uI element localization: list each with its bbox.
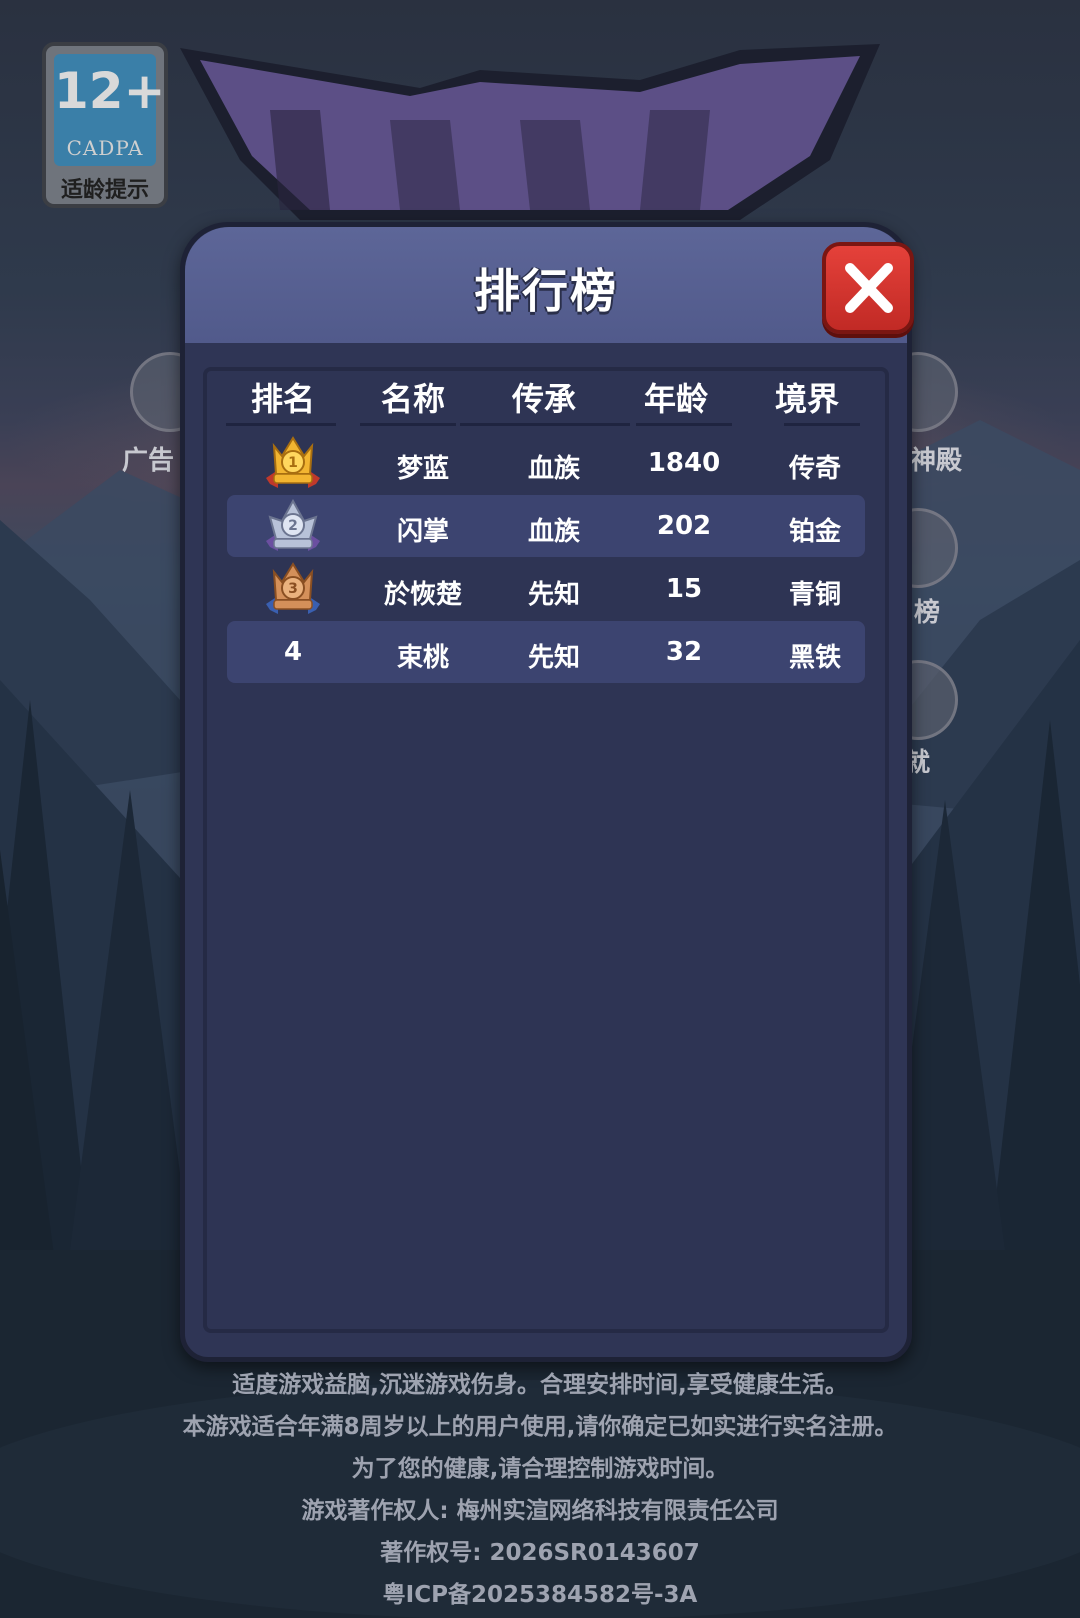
close-icon	[845, 263, 893, 313]
temple-button-label: 神殿	[910, 446, 963, 476]
row-1-realm: 传奇	[788, 454, 841, 484]
health-notice-line-1: 适度游戏益脑,沉迷游戏伤身。合理安排时间,享受健康生活。	[232, 1372, 848, 1398]
silver-medal-icon: 2	[266, 498, 320, 551]
row-4-lineage: 先知	[527, 643, 580, 673]
header-divider	[226, 423, 336, 426]
row-3-lineage: 先知	[527, 580, 580, 610]
age-rating-number: 12+	[54, 62, 166, 120]
header-divider	[360, 423, 456, 426]
column-header-realm: 境界	[774, 380, 839, 418]
row-2-realm: 铂金	[788, 517, 841, 547]
row-3-age: 15	[665, 574, 703, 604]
age-rating-org: CADPA	[66, 136, 144, 160]
health-notice-line-2: 本游戏适合年满8周岁以上的用户使用,请你确定已如实进行实名注册。	[182, 1414, 898, 1440]
row-1-name: 梦蓝	[396, 454, 449, 484]
close-button[interactable]	[822, 242, 914, 334]
row-2-lineage: 血族	[527, 517, 580, 547]
age-rating-tip: 适龄提示	[60, 178, 149, 203]
row-2-name: 闪掌	[396, 517, 449, 547]
row-1-lineage: 血族	[527, 454, 580, 484]
game-logo	[180, 44, 880, 220]
svg-text:2: 2	[288, 518, 298, 534]
row-3-realm: 青铜	[788, 580, 841, 610]
icp-number: 粤ICP备2025384582号-3A	[382, 1582, 698, 1608]
column-header-age: 年龄	[643, 380, 708, 418]
age-rating-badge: 12+ CADPA 适龄提示	[42, 42, 168, 208]
svg-text:3: 3	[288, 581, 298, 597]
modal-header: 排行榜	[185, 227, 907, 343]
svg-text:1: 1	[288, 455, 298, 471]
copyright-number: 著作权号: 2026SR0143607	[380, 1540, 700, 1566]
row-4-name: 束桃	[396, 643, 449, 673]
modal-title: 排行榜	[474, 264, 618, 318]
header-divider	[636, 423, 732, 426]
bronze-medal-icon: 3	[266, 562, 320, 614]
header-divider	[784, 423, 860, 426]
row-1-age: 1840	[647, 448, 721, 478]
column-header-name: 名称	[380, 380, 445, 418]
column-header-rank: 排名	[250, 380, 315, 418]
row-3-name: 於恢楚	[383, 580, 462, 610]
row-4-rank: 4	[283, 637, 303, 667]
gold-medal-icon: 1	[266, 436, 320, 488]
row-4-age: 32	[665, 637, 703, 667]
row-2-age: 202	[656, 511, 712, 541]
row-4-realm: 黑铁	[788, 643, 841, 673]
age-rating-panel: 12+ CADPA	[54, 54, 166, 166]
ranking-side-button-label: 榜	[914, 598, 941, 628]
health-notice-line-3: 为了您的健康,请合理控制游戏时间。	[351, 1456, 729, 1482]
column-header-lineage: 传承	[511, 380, 576, 418]
copyright-owner: 游戏著作权人: 梅州实渲网络科技有限责任公司	[301, 1498, 779, 1524]
header-divider	[460, 423, 630, 426]
ad-button-label: 广告	[122, 446, 175, 476]
